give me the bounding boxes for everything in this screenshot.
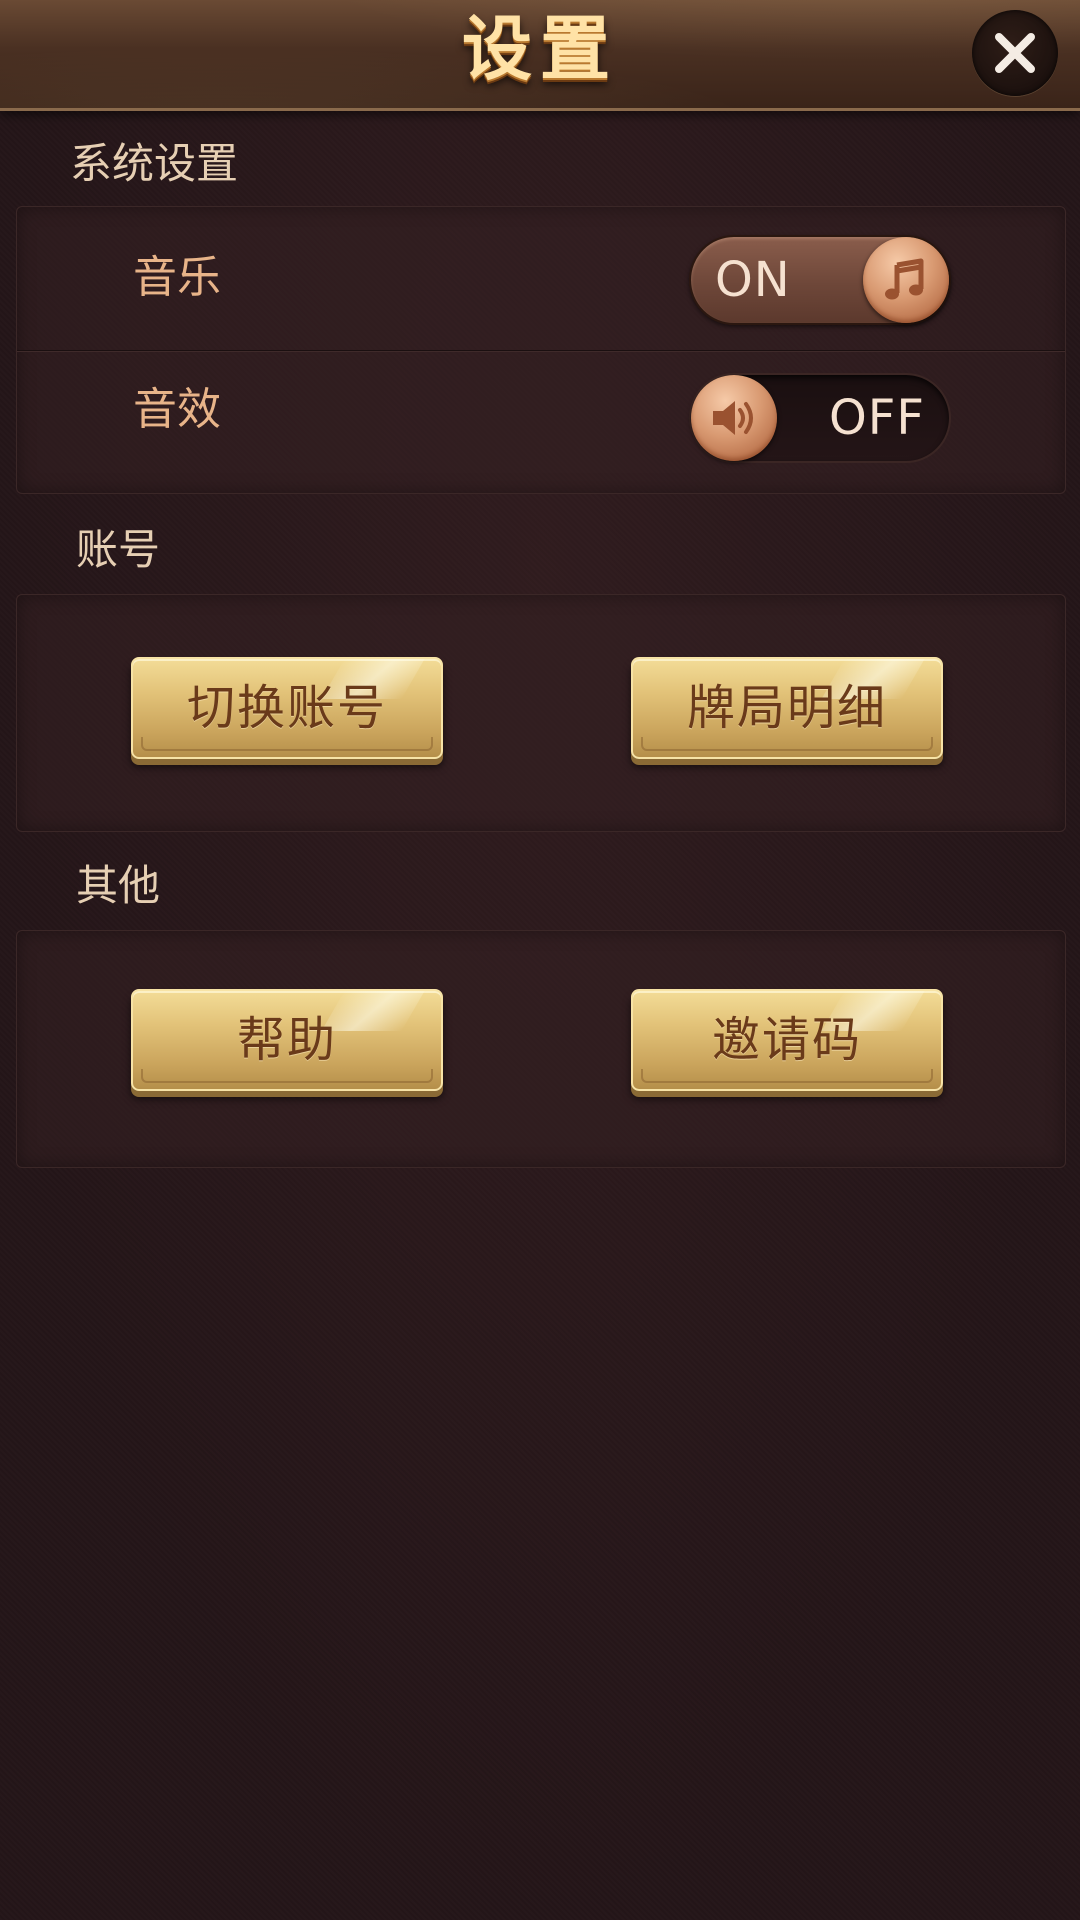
- sound-effects-toggle-knob: [691, 375, 777, 461]
- help-label: 帮助: [236, 1012, 337, 1068]
- speaker-icon: [713, 401, 753, 435]
- other-panel: 帮助 邀请码: [16, 930, 1066, 1168]
- music-note-icon: [885, 258, 924, 300]
- switch-account-label: 切换账号: [186, 680, 387, 736]
- close-button[interactable]: [972, 10, 1058, 96]
- game-records-button[interactable]: 牌局明细: [631, 657, 943, 759]
- account-panel: 切换账号 牌局明细: [16, 594, 1066, 832]
- help-button[interactable]: 帮助: [131, 989, 443, 1091]
- game-records-label: 牌局明细: [686, 680, 887, 736]
- sound-effects-label: 音效: [133, 384, 221, 435]
- music-toggle[interactable]: ON: [689, 235, 951, 325]
- row-divider: [17, 350, 1065, 352]
- header-bar: 设置: [0, 0, 1080, 111]
- music-toggle-knob: [863, 237, 949, 323]
- section-label-system-settings: 系统设置: [70, 139, 239, 188]
- sound-effects-toggle-state: OFF: [829, 390, 925, 446]
- invite-code-button[interactable]: 邀请码: [631, 989, 943, 1091]
- page-title: 设置: [462, 8, 618, 90]
- music-label: 音乐: [133, 252, 221, 303]
- section-label-other: 其他: [76, 861, 161, 910]
- switch-account-button[interactable]: 切换账号: [131, 657, 443, 759]
- section-label-account: 账号: [76, 525, 161, 574]
- system-settings-panel: 音乐 ON 音效 OFF: [16, 206, 1066, 494]
- invite-code-label: 邀请码: [711, 1012, 862, 1068]
- close-icon: [995, 33, 1035, 73]
- sound-effects-toggle[interactable]: OFF: [689, 373, 951, 463]
- music-toggle-state: ON: [715, 252, 791, 308]
